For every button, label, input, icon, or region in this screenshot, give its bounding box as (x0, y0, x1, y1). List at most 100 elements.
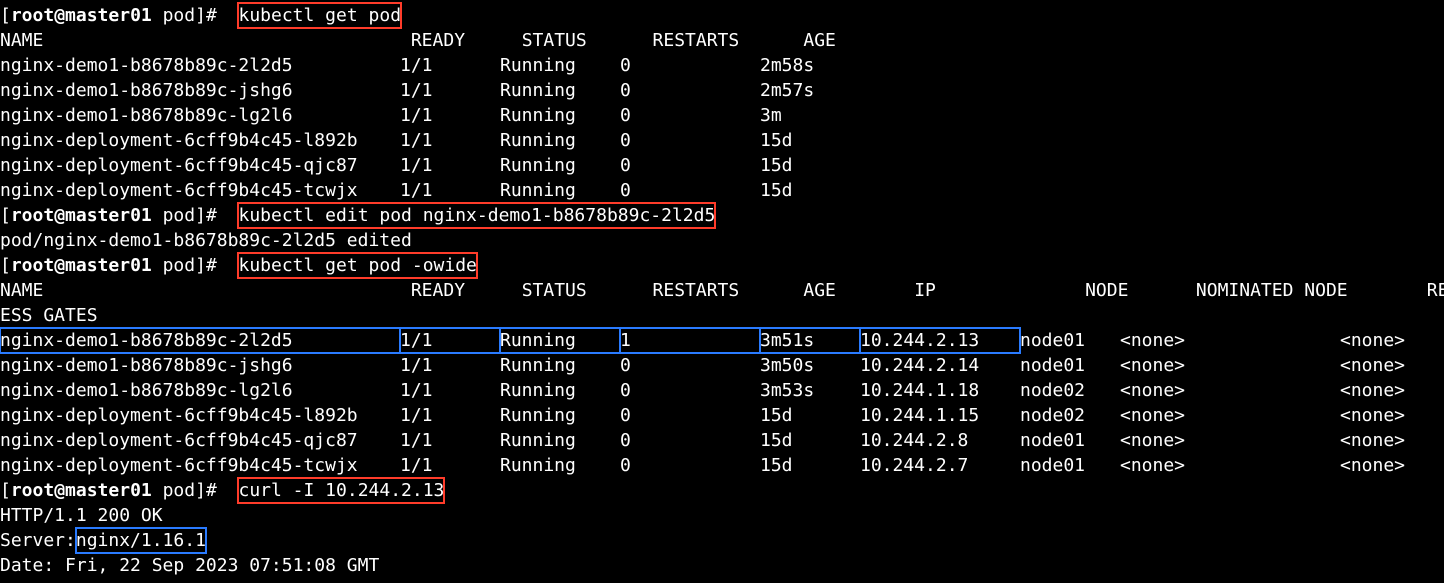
cell-status: Running (500, 428, 620, 453)
prompt-gap (228, 253, 239, 278)
cell-nominated-node: <none> (1120, 403, 1340, 428)
command-kubectl-get-pod: kubectl get pod (238, 3, 401, 28)
cell-restarts: 0 (620, 353, 760, 378)
cell-restarts: 0 (620, 453, 760, 478)
cell-ready: 1/1 (400, 378, 500, 403)
cell-name: nginx-demo1-b8678b89c-2l2d5 (0, 53, 400, 78)
prompt-at: @ (54, 203, 65, 228)
prompt-line-1[interactable]: [root@master01 pod]# kubectl get pod (0, 3, 1444, 28)
cell-name: nginx-deployment-6cff9b4c45-qjc87 (0, 428, 400, 453)
cell-status: Running (500, 378, 620, 403)
table-row: nginx-deployment-6cff9b4c45-qjc871/1Runn… (0, 153, 1444, 178)
prompt-close: ]# (195, 253, 217, 278)
cell-readiness-gates: <none> (1340, 353, 1430, 378)
cell-age: 15d (760, 128, 860, 153)
cell-age: 15d (760, 428, 860, 453)
cell-nominated-node: <none> (1120, 453, 1340, 478)
cell-ip: 10.244.2.14 (860, 353, 1020, 378)
prompt-at: @ (54, 478, 65, 503)
cell-ip: 10.244.1.18 (860, 378, 1020, 403)
prompt-space (152, 3, 163, 28)
cell-ready: 1/1 (400, 428, 500, 453)
col-nominated-node: NOMINATED NODE (1196, 278, 1416, 303)
prompt-user: root (11, 253, 54, 278)
curl-server-label: Server: (0, 528, 76, 553)
cell-node: node02 (1020, 403, 1120, 428)
curl-date-line: Date: Fri, 22 Sep 2023 07:51:08 GMT (0, 553, 1444, 578)
col-name: NAME (0, 28, 400, 53)
cell-ready: 1/1 (400, 153, 500, 178)
prompt-open: [ (0, 203, 11, 228)
prompt-line-3[interactable]: [root@master01 pod]# kubectl get pod -ow… (0, 253, 1444, 278)
prompt-line-4[interactable]: [root@master01 pod]# curl -I 10.244.2.13 (0, 478, 1444, 503)
cell-restarts: 0 (620, 128, 760, 153)
prompt-line-2[interactable]: [root@master01 pod]# kubectl edit pod ng… (0, 203, 1444, 228)
prompt-dir: pod (163, 203, 196, 228)
cell-ip: 10.244.2.8 (860, 428, 1020, 453)
prompt-space (152, 203, 163, 228)
cell-age: 3m53s (760, 378, 860, 403)
cell-ip: 10.244.1.15 (860, 403, 1020, 428)
col-age: AGE (803, 278, 903, 303)
table-row: nginx-demo1-b8678b89c-jshg61/1Running02m… (0, 78, 1444, 103)
table-row: nginx-demo1-b8678b89c-lg2l61/1Running03m… (0, 378, 1444, 403)
col-age: AGE (803, 28, 903, 53)
cell-age: 2m58s (760, 53, 860, 78)
cell-age: 3m50s (760, 353, 860, 378)
cell-restarts: 0 (620, 378, 760, 403)
table-row: nginx-deployment-6cff9b4c45-l892b1/1Runn… (0, 128, 1444, 153)
cell-node: node01 (1020, 428, 1120, 453)
col-ready: READY (411, 278, 511, 303)
table-row: nginx-demo1-b8678b89c-2l2d51/1Running13m… (0, 328, 1444, 353)
cell-restarts: 0 (620, 53, 760, 78)
cell-nominated-node: <none> (1120, 378, 1340, 403)
cell-status: Running (500, 103, 620, 128)
prompt-space (152, 478, 163, 503)
command-kubectl-get-pod-owide: kubectl get pod -owide (238, 253, 476, 278)
cell-readiness-gates: <none> (1340, 403, 1430, 428)
cell-status: Running (500, 453, 620, 478)
cell-readiness-gates: <none> (1340, 428, 1430, 453)
col-name: NAME (0, 278, 400, 303)
cell-readiness-gates: <none> (1340, 378, 1430, 403)
prompt-host: master01 (65, 253, 152, 278)
cell-ip: 10.244.2.7 (860, 453, 1020, 478)
prompt-close: ]# (195, 203, 217, 228)
cell-nominated-node: <none> (1120, 428, 1340, 453)
curl-http-line: HTTP/1.1 200 OK (0, 503, 1444, 528)
prompt-dir: pod (163, 3, 196, 28)
prompt-gap (228, 478, 239, 503)
cell-ready: 1/1 (400, 78, 500, 103)
cell-node: node02 (1020, 378, 1120, 403)
curl-server-value: nginx/1.16.1 (76, 528, 206, 553)
cell-ready: 1/1 (400, 328, 500, 353)
cell-node: node01 (1020, 328, 1120, 353)
cell-name: nginx-demo1-b8678b89c-lg2l6 (0, 103, 400, 128)
pods1-header: NAME READY STATUS RESTARTS AGE (0, 28, 1444, 53)
cell-ready: 1/1 (400, 103, 500, 128)
table-row: nginx-demo1-b8678b89c-2l2d51/1Running02m… (0, 53, 1444, 78)
prompt-user: root (11, 478, 54, 503)
prompt-user: root (11, 3, 54, 28)
prompt-close: ]# (195, 478, 217, 503)
col-readiness-gates: READIN (1427, 278, 1444, 303)
cell-status: Running (500, 153, 620, 178)
cell-ip: 10.244.2.13 (860, 328, 1020, 353)
cell-nominated-node: <none> (1120, 353, 1340, 378)
cell-name: nginx-deployment-6cff9b4c45-l892b (0, 403, 400, 428)
cell-restarts: 0 (620, 428, 760, 453)
cell-restarts: 1 (620, 328, 760, 353)
cell-status: Running (500, 53, 620, 78)
table-row: nginx-deployment-6cff9b4c45-tcwjx1/1Runn… (0, 178, 1444, 203)
cell-restarts: 0 (620, 403, 760, 428)
table-row: nginx-demo1-b8678b89c-lg2l61/1Running03m (0, 103, 1444, 128)
table-row: nginx-deployment-6cff9b4c45-l892b1/1Runn… (0, 403, 1444, 428)
cell-age: 15d (760, 403, 860, 428)
cell-node: node01 (1020, 453, 1120, 478)
prompt-host: master01 (65, 478, 152, 503)
prompt-open: [ (0, 253, 11, 278)
col-status: STATUS (522, 28, 642, 53)
cell-ready: 1/1 (400, 178, 500, 203)
cell-ready: 1/1 (400, 128, 500, 153)
cell-ready: 1/1 (400, 453, 500, 478)
